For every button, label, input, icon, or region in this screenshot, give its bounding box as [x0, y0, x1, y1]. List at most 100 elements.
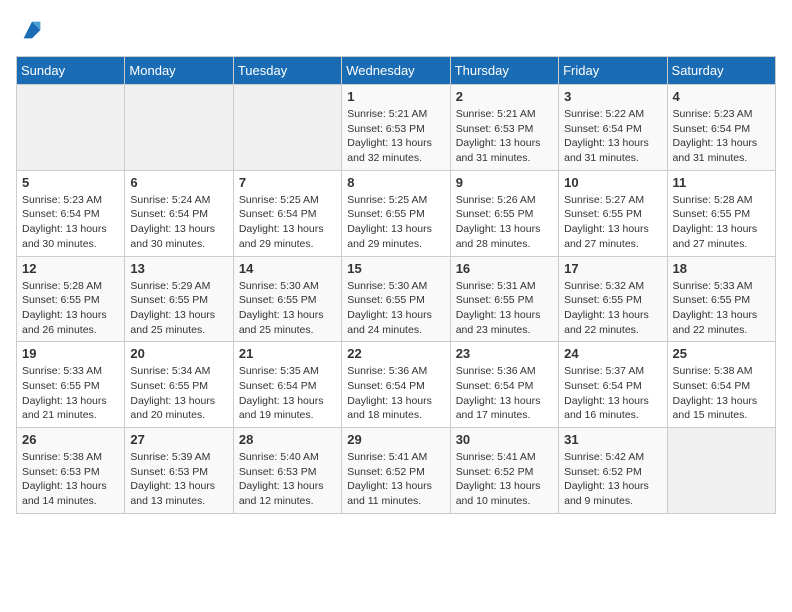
day-number: 1 [347, 89, 444, 104]
day-number: 16 [456, 261, 553, 276]
day-number: 9 [456, 175, 553, 190]
calendar-cell: 16 Sunrise: 5:31 AM Sunset: 6:55 PM Dayli… [450, 256, 558, 342]
calendar-table: SundayMondayTuesdayWednesdayThursdayFrid… [16, 56, 776, 514]
calendar-cell: 4 Sunrise: 5:23 AM Sunset: 6:54 PM Daylig… [667, 85, 775, 171]
calendar-cell: 21Sunrise: 5:35 AM Sunset: 6:54 PM Dayli… [233, 342, 341, 428]
calendar-cell [17, 85, 125, 171]
calendar-cell: 20 Sunrise: 5:34 AM Sunset: 6:55 PM Dayli… [125, 342, 233, 428]
day-number: 11 [673, 175, 770, 190]
day-number: 30 [456, 432, 553, 447]
day-number: 20 [130, 346, 227, 361]
day-number: 7 [239, 175, 336, 190]
day-info: Sunrise: 5:32 AM Sunset: 6:55 PM Dayligh… [564, 279, 661, 338]
header-day: Friday [559, 57, 667, 85]
calendar-cell [667, 428, 775, 514]
calendar-cell: 31 Sunrise: 5:42 AM Sunset: 6:52 PM Dayli… [559, 428, 667, 514]
calendar-cell: 8 Sunrise: 5:25 AM Sunset: 6:55 PM Daylig… [342, 170, 450, 256]
calendar-cell: 6 Sunrise: 5:24 AM Sunset: 6:54 PM Daylig… [125, 170, 233, 256]
day-info: Sunrise: 5:41 AM Sunset: 6:52 PM Dayligh… [456, 450, 553, 509]
calendar-cell: 10Sunrise: 5:27 AM Sunset: 6:55 PM Dayli… [559, 170, 667, 256]
day-number: 3 [564, 89, 661, 104]
day-number: 31 [564, 432, 661, 447]
header-day: Thursday [450, 57, 558, 85]
calendar-cell: 27 Sunrise: 5:39 AM Sunset: 6:53 PM Dayli… [125, 428, 233, 514]
header-row: SundayMondayTuesdayWednesdayThursdayFrid… [17, 57, 776, 85]
day-number: 12 [22, 261, 119, 276]
day-number: 6 [130, 175, 227, 190]
day-number: 8 [347, 175, 444, 190]
calendar-cell: 17 Sunrise: 5:32 AM Sunset: 6:55 PM Dayli… [559, 256, 667, 342]
day-info: Sunrise: 5:31 AM Sunset: 6:55 PM Dayligh… [456, 279, 553, 338]
calendar-cell: 9 Sunrise: 5:26 AM Sunset: 6:55 PM Daylig… [450, 170, 558, 256]
day-number: 2 [456, 89, 553, 104]
logo-icon [18, 16, 46, 44]
day-number: 27 [130, 432, 227, 447]
day-info: Sunrise: 5:25 AM Sunset: 6:54 PM Dayligh… [239, 193, 336, 252]
day-number: 17 [564, 261, 661, 276]
calendar-cell: 23Sunrise: 5:36 AM Sunset: 6:54 PM Dayli… [450, 342, 558, 428]
calendar-week-row: 19 Sunrise: 5:33 AM Sunset: 6:55 PM Dayli… [17, 342, 776, 428]
header-day: Tuesday [233, 57, 341, 85]
calendar-cell [233, 85, 341, 171]
logo [16, 16, 46, 44]
calendar-cell: 26Sunrise: 5:38 AM Sunset: 6:53 PM Dayli… [17, 428, 125, 514]
calendar-week-row: 1 Sunrise: 5:21 AM Sunset: 6:53 PM Daylig… [17, 85, 776, 171]
calendar-cell: 1 Sunrise: 5:21 AM Sunset: 6:53 PM Daylig… [342, 85, 450, 171]
calendar-cell: 12Sunrise: 5:28 AM Sunset: 6:55 PM Dayli… [17, 256, 125, 342]
calendar-cell: 28Sunrise: 5:40 AM Sunset: 6:53 PM Dayli… [233, 428, 341, 514]
day-info: Sunrise: 5:39 AM Sunset: 6:53 PM Dayligh… [130, 450, 227, 509]
calendar-cell: 29 Sunrise: 5:41 AM Sunset: 6:52 PM Dayli… [342, 428, 450, 514]
day-info: Sunrise: 5:28 AM Sunset: 6:55 PM Dayligh… [673, 193, 770, 252]
day-info: Sunrise: 5:33 AM Sunset: 6:55 PM Dayligh… [22, 364, 119, 423]
day-number: 5 [22, 175, 119, 190]
calendar-cell: 5 Sunrise: 5:23 AM Sunset: 6:54 PM Daylig… [17, 170, 125, 256]
day-info: Sunrise: 5:21 AM Sunset: 6:53 PM Dayligh… [456, 107, 553, 166]
day-info: Sunrise: 5:27 AM Sunset: 6:55 PM Dayligh… [564, 193, 661, 252]
day-info: Sunrise: 5:38 AM Sunset: 6:54 PM Dayligh… [673, 364, 770, 423]
calendar-week-row: 12Sunrise: 5:28 AM Sunset: 6:55 PM Dayli… [17, 256, 776, 342]
calendar-cell [125, 85, 233, 171]
header-day: Sunday [17, 57, 125, 85]
day-info: Sunrise: 5:23 AM Sunset: 6:54 PM Dayligh… [22, 193, 119, 252]
header-day: Saturday [667, 57, 775, 85]
calendar-cell: 18 Sunrise: 5:33 AM Sunset: 6:55 PM Dayli… [667, 256, 775, 342]
day-info: Sunrise: 5:40 AM Sunset: 6:53 PM Dayligh… [239, 450, 336, 509]
header-day: Wednesday [342, 57, 450, 85]
day-number: 25 [673, 346, 770, 361]
day-info: Sunrise: 5:23 AM Sunset: 6:54 PM Dayligh… [673, 107, 770, 166]
day-info: Sunrise: 5:22 AM Sunset: 6:54 PM Dayligh… [564, 107, 661, 166]
day-info: Sunrise: 5:36 AM Sunset: 6:54 PM Dayligh… [456, 364, 553, 423]
day-info: Sunrise: 5:33 AM Sunset: 6:55 PM Dayligh… [673, 279, 770, 338]
header-day: Monday [125, 57, 233, 85]
day-info: Sunrise: 5:26 AM Sunset: 6:55 PM Dayligh… [456, 193, 553, 252]
day-number: 22 [347, 346, 444, 361]
calendar-week-row: 26Sunrise: 5:38 AM Sunset: 6:53 PM Dayli… [17, 428, 776, 514]
day-number: 21 [239, 346, 336, 361]
day-info: Sunrise: 5:37 AM Sunset: 6:54 PM Dayligh… [564, 364, 661, 423]
calendar-cell: 25 Sunrise: 5:38 AM Sunset: 6:54 PM Dayli… [667, 342, 775, 428]
day-number: 14 [239, 261, 336, 276]
day-info: Sunrise: 5:24 AM Sunset: 6:54 PM Dayligh… [130, 193, 227, 252]
day-info: Sunrise: 5:34 AM Sunset: 6:55 PM Dayligh… [130, 364, 227, 423]
day-info: Sunrise: 5:42 AM Sunset: 6:52 PM Dayligh… [564, 450, 661, 509]
page-header [16, 16, 776, 44]
day-number: 29 [347, 432, 444, 447]
calendar-cell: 30 Sunrise: 5:41 AM Sunset: 6:52 PM Dayli… [450, 428, 558, 514]
calendar-cell: 2 Sunrise: 5:21 AM Sunset: 6:53 PM Daylig… [450, 85, 558, 171]
calendar-cell: 3 Sunrise: 5:22 AM Sunset: 6:54 PM Daylig… [559, 85, 667, 171]
day-info: Sunrise: 5:36 AM Sunset: 6:54 PM Dayligh… [347, 364, 444, 423]
day-info: Sunrise: 5:41 AM Sunset: 6:52 PM Dayligh… [347, 450, 444, 509]
day-number: 26 [22, 432, 119, 447]
calendar-cell: 19 Sunrise: 5:33 AM Sunset: 6:55 PM Dayli… [17, 342, 125, 428]
day-info: Sunrise: 5:21 AM Sunset: 6:53 PM Dayligh… [347, 107, 444, 166]
day-number: 19 [22, 346, 119, 361]
day-number: 4 [673, 89, 770, 104]
day-info: Sunrise: 5:30 AM Sunset: 6:55 PM Dayligh… [347, 279, 444, 338]
calendar-cell: 24 Sunrise: 5:37 AM Sunset: 6:54 PM Dayli… [559, 342, 667, 428]
calendar-cell: 14Sunrise: 5:30 AM Sunset: 6:55 PM Dayli… [233, 256, 341, 342]
day-number: 18 [673, 261, 770, 276]
calendar-cell: 15Sunrise: 5:30 AM Sunset: 6:55 PM Dayli… [342, 256, 450, 342]
day-number: 24 [564, 346, 661, 361]
day-info: Sunrise: 5:25 AM Sunset: 6:55 PM Dayligh… [347, 193, 444, 252]
day-info: Sunrise: 5:29 AM Sunset: 6:55 PM Dayligh… [130, 279, 227, 338]
